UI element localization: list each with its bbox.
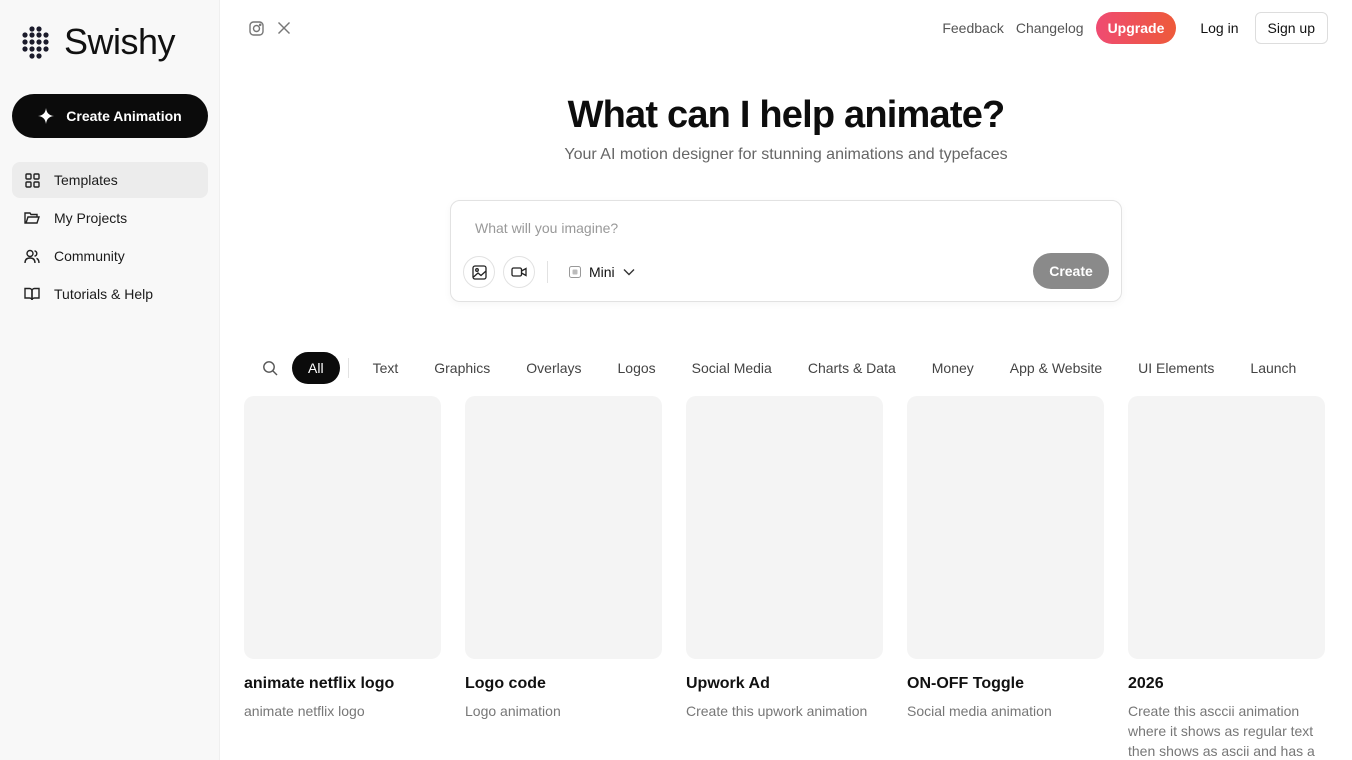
template-card[interactable]: ON-OFF Toggle Social media animation [907, 396, 1104, 760]
sidebar-item-community[interactable]: Community [12, 238, 208, 274]
template-description: Create this asccii animation where it sh… [1128, 703, 1315, 759]
x-icon[interactable] [276, 20, 292, 36]
filter-chip-launch[interactable]: Launch [1232, 352, 1314, 384]
logo-mark-icon [22, 26, 49, 59]
upload-image-button[interactable] [463, 256, 495, 288]
template-card[interactable]: Logo code Logo animation [465, 396, 662, 760]
social-links [248, 20, 292, 36]
sidebar-item-tutorials-help[interactable]: Tutorials & Help [12, 276, 208, 312]
filter-chip-charts-data[interactable]: Charts & Data [790, 352, 914, 384]
template-title: animate netflix logo [244, 675, 395, 692]
category-filters: All Text Graphics Overlays Logos Social … [260, 352, 1324, 384]
template-thumbnail[interactable] [1128, 396, 1325, 659]
grid-icon [24, 172, 40, 188]
video-icon [511, 267, 527, 277]
search-icon[interactable] [260, 358, 280, 378]
template-card[interactable]: Upwork Ad Create this upwork animation [686, 396, 883, 760]
model-select[interactable]: Mini [569, 259, 635, 285]
template-title: 2026 [1128, 675, 1164, 692]
sidebar-item-label: My Projects [54, 210, 128, 226]
model-select-value: Mini [589, 264, 615, 280]
page-title: What can I help animate? [567, 94, 1006, 136]
template-thumbnail[interactable] [907, 396, 1104, 659]
sidebar-nav: Templates My Projects Community Tutorial… [12, 162, 208, 314]
filter-chip-money[interactable]: Money [914, 352, 992, 384]
filter-chip-overlays[interactable]: Overlays [508, 352, 599, 384]
sidebar-item-label: Community [54, 248, 125, 264]
logo[interactable]: Swishy [20, 21, 176, 62]
sidebar-item-label: Tutorials & Help [54, 286, 154, 302]
template-thumbnail[interactable] [465, 396, 662, 659]
image-icon [471, 264, 487, 280]
folder-icon [24, 210, 40, 226]
template-thumbnail[interactable] [686, 396, 883, 659]
template-card[interactable]: animate netflix logo animate netflix log… [244, 396, 441, 760]
logo-text: Swishy [64, 21, 176, 62]
chevron-down-icon [623, 269, 635, 276]
create-animation-label: Create Animation [66, 108, 182, 124]
filter-chip-graphics[interactable]: Graphics [416, 352, 508, 384]
filter-chip-all[interactable]: All [292, 352, 340, 384]
sidebar-item-label: Templates [54, 172, 118, 188]
chip-icon [569, 266, 581, 278]
create-animation-button[interactable]: Create Animation [12, 94, 208, 138]
template-description: Create this upwork animation [686, 703, 868, 719]
users-icon [24, 248, 40, 264]
page-subtitle: Your AI motion designer for stunning ani… [564, 146, 1008, 163]
filter-chip-social-media[interactable]: Social Media [674, 352, 790, 384]
template-card[interactable]: 2026 Create this asccii animation where … [1128, 396, 1325, 760]
template-thumbnail[interactable] [244, 396, 441, 659]
template-description: Social media animation [907, 703, 1052, 719]
template-grid: animate netflix logo animate netflix log… [244, 396, 1328, 760]
template-title: Upwork Ad [686, 675, 770, 692]
sidebar: Swishy Create Animation Templates My Pro… [0, 0, 220, 760]
sparkle-icon [38, 108, 55, 124]
template-title: Logo code [465, 675, 546, 692]
signup-button[interactable]: Sign up [1254, 12, 1328, 44]
template-title: ON-OFF Toggle [907, 675, 1025, 692]
filter-chip-ui-elements[interactable]: UI Elements [1120, 352, 1232, 384]
filter-chip-logos[interactable]: Logos [600, 352, 674, 384]
sidebar-item-templates[interactable]: Templates [12, 162, 208, 198]
create-button[interactable]: Create [1033, 253, 1109, 289]
top-nav: Feedback Changelog Upgrade Log in Sign u… [942, 12, 1328, 44]
prompt-divider [547, 261, 548, 283]
template-description: Logo animation [465, 703, 561, 719]
changelog-link[interactable]: Changelog [1016, 20, 1084, 36]
sidebar-item-my-projects[interactable]: My Projects [12, 200, 208, 236]
feedback-link[interactable]: Feedback [942, 20, 1003, 36]
filter-chip-text[interactable]: Text [355, 352, 417, 384]
upload-video-button[interactable] [503, 256, 535, 288]
filter-divider [347, 358, 349, 378]
login-button[interactable]: Log in [1188, 12, 1250, 44]
upgrade-button[interactable]: Upgrade [1095, 12, 1177, 44]
book-open-icon [24, 286, 40, 302]
filter-chip-app-website[interactable]: App & Website [992, 352, 1120, 384]
instagram-icon[interactable] [248, 20, 264, 36]
template-description: animate netflix logo [244, 703, 365, 719]
prompt-input[interactable] [475, 217, 1075, 239]
prompt-box: Mini Create [450, 200, 1122, 302]
